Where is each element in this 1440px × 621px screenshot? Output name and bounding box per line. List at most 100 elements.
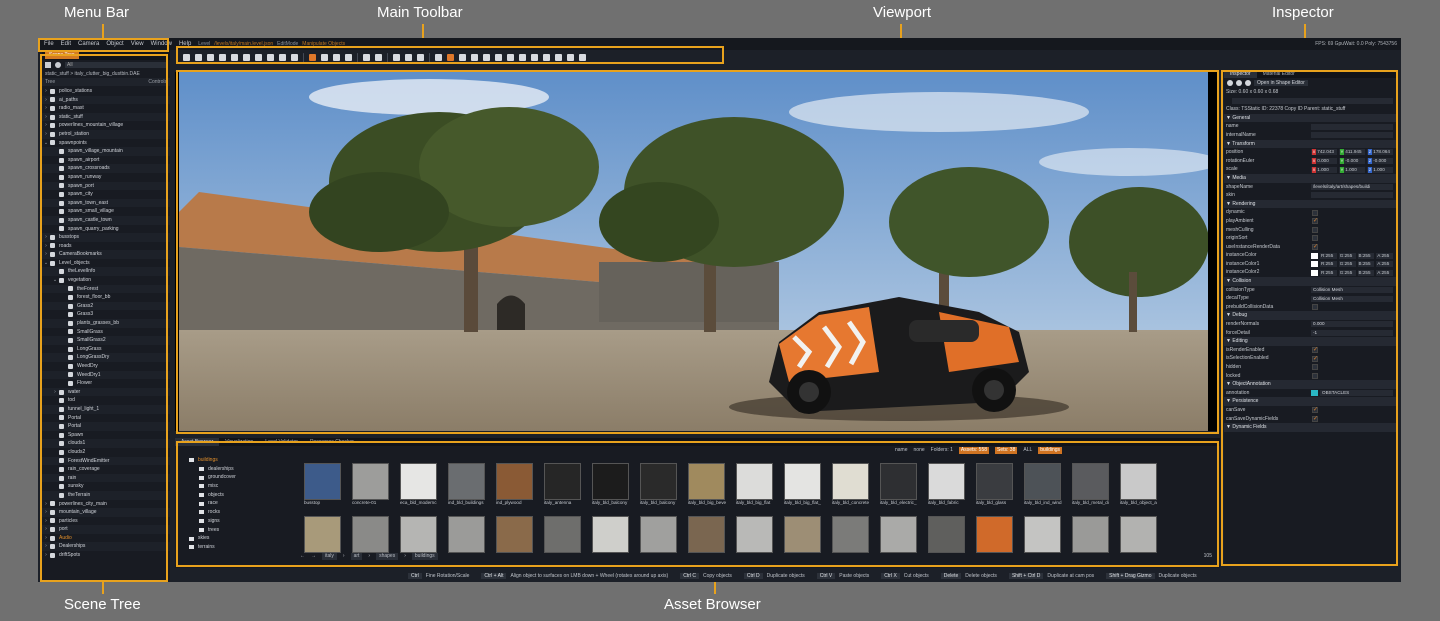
scene-tree-item[interactable]: spawn_quarry_parking (42, 225, 170, 234)
expand-arrow-icon[interactable]: ⌄ (42, 259, 50, 268)
color-component-input[interactable]: B:255 (1357, 261, 1375, 268)
scene-tree-item[interactable]: ⌄ vegetation (42, 276, 170, 285)
color-component-input[interactable]: A:255 (1376, 252, 1393, 259)
cut-icon[interactable] (243, 54, 250, 61)
select-icon[interactable] (309, 54, 316, 61)
color-swatch[interactable] (1311, 269, 1318, 276)
inspector-section-header[interactable]: ▼ Rendering (1224, 199, 1397, 209)
inspector-section-header[interactable]: ▼ ObjectAnnotation (1224, 380, 1397, 389)
scene-tree-item[interactable]: ForestWindEmitter (42, 456, 170, 466)
scene-tree-item[interactable]: › port (42, 525, 170, 534)
vector-component-input[interactable]: X 1.000 (1311, 166, 1337, 173)
menu-help[interactable]: Help (179, 41, 191, 47)
scale-icon[interactable] (345, 54, 352, 61)
expand-arrow-icon[interactable]: › (42, 517, 50, 526)
scene-tree-item[interactable]: clouds1 (42, 439, 170, 448)
scene-tree-item[interactable]: › Dealerships (42, 542, 170, 552)
scene-tree-item[interactable]: › petrol_station (42, 129, 170, 139)
vector-component-input[interactable]: Y 1.000 (1339, 166, 1365, 173)
checkbox[interactable] (1312, 218, 1318, 225)
color-swatch[interactable] (1311, 261, 1318, 268)
asset-thumbnail[interactable]: italy_bld_glass (976, 463, 1015, 507)
inspector-section-header[interactable]: ▼ Collision (1224, 277, 1397, 286)
scene-tree-item[interactable]: spawn_village_mountain (42, 147, 170, 156)
asset-thumbnail[interactable] (544, 516, 583, 560)
expand-arrow-icon[interactable]: › (42, 96, 50, 105)
inspector-section-header[interactable]: ▼ Editing (1224, 337, 1397, 346)
vector-component-input[interactable]: Z -0.000 (1367, 158, 1393, 165)
asset-folder-item[interactable]: trees (189, 526, 289, 535)
color-component-input[interactable]: G:255 (1338, 269, 1356, 276)
inspector-field-input[interactable] (1311, 192, 1393, 199)
vector-component-input[interactable]: Y -0.000 (1339, 158, 1365, 165)
checkbox[interactable] (1312, 355, 1318, 362)
scene-tree-item[interactable]: WeedDry1 (42, 370, 170, 380)
brush-icon[interactable] (447, 54, 454, 61)
asset-thumbnail[interactable]: busstop (304, 463, 343, 507)
asset-thumbnail[interactable] (688, 516, 727, 560)
expand-arrow-icon[interactable]: › (42, 551, 50, 560)
filter-buildings[interactable]: buildings (1038, 447, 1063, 454)
asset-thumbnail[interactable] (976, 516, 1015, 560)
tab-visualization[interactable]: Visualization (219, 438, 259, 446)
scene-tree-item[interactable]: Portal (42, 414, 170, 423)
scene-tree-item[interactable]: LongGrass (42, 345, 170, 354)
scene-tree-item[interactable]: Flower (42, 379, 170, 388)
river-icon[interactable] (483, 54, 490, 61)
inspector-section-header[interactable]: ▼ Media (1224, 173, 1397, 183)
sets-count[interactable]: Sets: 38 (995, 447, 1018, 454)
tab-asset-browser[interactable]: Asset Browser (175, 438, 220, 446)
color-component-input[interactable]: B:255 (1357, 252, 1375, 259)
assets-count[interactable]: Assets: 558 (958, 447, 990, 454)
grid-icon[interactable] (375, 54, 382, 61)
checkbox[interactable] (1312, 407, 1318, 414)
back-arrow-icon[interactable]: ← (300, 553, 305, 560)
asset-folder-item[interactable]: buildings (189, 456, 289, 465)
color-component-input[interactable]: B:255 (1357, 269, 1375, 276)
camera-icon[interactable] (291, 54, 298, 61)
expand-arrow-icon[interactable]: › (42, 500, 50, 509)
scene-tree-item[interactable]: › particles (42, 517, 170, 526)
new-file-icon[interactable] (183, 54, 190, 61)
scene-tree-item[interactable]: › roads (42, 242, 170, 251)
expand-arrow-icon[interactable]: › (42, 534, 50, 543)
scene-tree-item[interactable]: Spawn (42, 431, 170, 440)
scene-tree-item[interactable]: spawn_castle_town (42, 215, 170, 225)
vector-component-input[interactable]: Z 1.000 (1367, 166, 1393, 173)
thumbnail-size-value[interactable]: 105 (1204, 553, 1212, 559)
person-icon[interactable] (393, 54, 400, 61)
scene-tree-item[interactable]: Grass2 (42, 301, 170, 311)
scene-tree-item[interactable]: spawn_town_east (42, 198, 170, 208)
color-component-input[interactable]: A:255 (1376, 269, 1393, 276)
asset-thumbnail[interactable]: italy_bld_fabric (928, 463, 967, 507)
forest-icon[interactable] (507, 54, 514, 61)
asset-thumbnail[interactable]: italy_bld_concrete (832, 463, 871, 507)
vehicle-icon[interactable] (579, 54, 586, 61)
camera-path-icon[interactable] (567, 54, 574, 61)
scene-tree-item[interactable]: ⌄ Level_objects (42, 259, 170, 268)
expand-arrow-icon[interactable]: › (42, 233, 50, 242)
scene-filter-dropdown[interactable]: All (65, 62, 166, 68)
asset-folder-item[interactable]: groundcover (189, 473, 289, 482)
tab-inspector[interactable]: Inspector (1224, 70, 1257, 78)
scene-tree-item[interactable]: WeedDry (42, 362, 170, 371)
menu-camera[interactable]: Camera (78, 41, 99, 47)
color-swatch[interactable] (1311, 252, 1318, 259)
copy-icon[interactable] (255, 54, 262, 61)
group-dropdown[interactable]: none (914, 447, 925, 454)
checkbox[interactable] (1312, 235, 1318, 242)
scene-tree-item[interactable]: tod (42, 396, 170, 405)
inspector-field-input[interactable]: 0.000 (1311, 321, 1393, 328)
filter-all[interactable]: ALL (1023, 447, 1032, 454)
vector-component-input[interactable]: X 742.043 (1311, 149, 1337, 156)
search-icon[interactable] (55, 62, 61, 68)
color-component-input[interactable]: R:255 (1320, 252, 1337, 259)
light-icon[interactable] (543, 54, 550, 61)
expand-arrow-icon[interactable]: › (42, 130, 50, 139)
color-component-input[interactable]: A:255 (1376, 261, 1393, 268)
open-folder-icon[interactable] (195, 54, 202, 61)
asset-folder-item[interactable]: objects (189, 491, 289, 500)
asset-folder-item[interactable]: terrains (189, 543, 289, 552)
scene-tree-item[interactable]: SmallGrass (42, 328, 170, 337)
scene-tree-item[interactable]: forest_floor_bb (42, 293, 170, 302)
